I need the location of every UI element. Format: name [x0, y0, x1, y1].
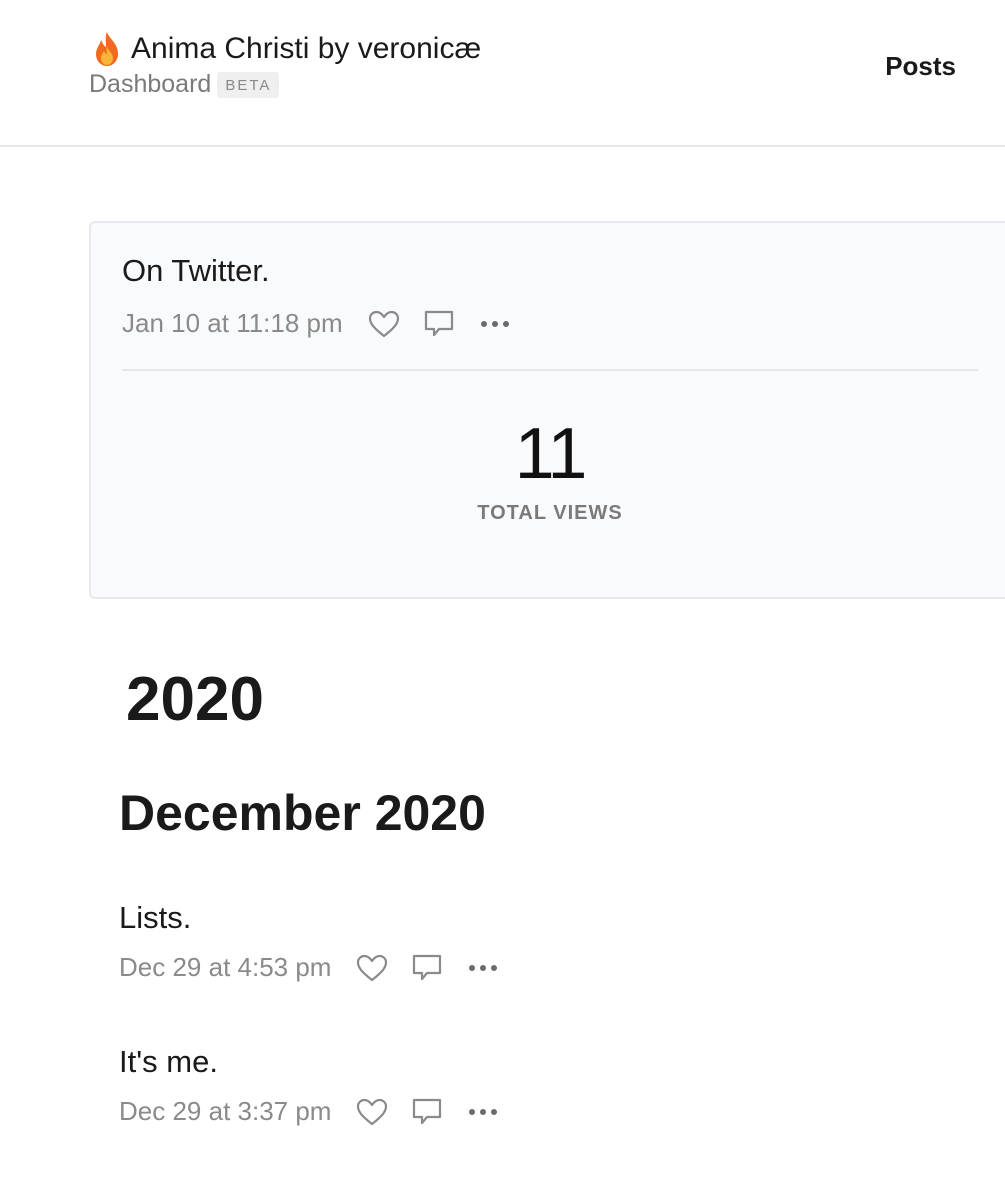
post-date: Dec 29 at 4:53 pm: [119, 952, 332, 982]
heart-icon[interactable]: [367, 309, 401, 339]
views-stat: 11 TOTAL VIEWS: [91, 418, 1005, 525]
list-item: It's me. Dec 29 at 3:37 pm: [119, 1044, 499, 1127]
comment-icon[interactable]: [411, 953, 443, 983]
post-title[interactable]: Lists.: [119, 900, 499, 936]
post-title[interactable]: It's me.: [119, 1044, 499, 1080]
card-divider: [122, 369, 978, 371]
heart-icon[interactable]: [355, 1097, 389, 1127]
year-heading: 2020: [126, 665, 264, 734]
site-title: Anima Christi by veronicæ: [131, 32, 482, 65]
heart-icon[interactable]: [355, 953, 389, 983]
total-views-count: 11: [514, 414, 588, 494]
featured-post-card: On Twitter. Jan 10 at 11:18 pm 11 TOTAL …: [89, 221, 1005, 599]
site-header: Anima Christi by veronicæ Dashboard BETA…: [0, 0, 1005, 147]
featured-post-meta: Jan 10 at 11:18 pm: [122, 308, 511, 339]
site-brand[interactable]: Anima Christi by veronicæ: [89, 30, 481, 68]
comment-icon[interactable]: [411, 1097, 443, 1127]
month-heading: December 2020: [119, 785, 486, 841]
comment-icon[interactable]: [423, 309, 455, 339]
dashboard-text: Dashboard: [89, 70, 212, 98]
list-item: Lists. Dec 29 at 4:53 pm: [119, 900, 499, 983]
dashboard-page: Anima Christi by veronicæ Dashboard BETA…: [0, 0, 1005, 1191]
post-meta: Dec 29 at 4:53 pm: [119, 952, 499, 983]
beta-badge: BETA: [217, 71, 280, 98]
more-icon[interactable]: [479, 319, 511, 329]
flame-icon: [89, 30, 125, 68]
post-meta: Dec 29 at 3:37 pm: [119, 1096, 499, 1127]
post-date: Jan 10 at 11:18 pm: [122, 308, 343, 338]
featured-post-title[interactable]: On Twitter.: [122, 253, 270, 289]
more-icon[interactable]: [467, 1107, 499, 1117]
posts-nav-link[interactable]: Posts: [885, 51, 956, 82]
total-views-label: TOTAL VIEWS: [477, 502, 623, 524]
post-date: Dec 29 at 3:37 pm: [119, 1096, 332, 1126]
dashboard-label: Dashboard BETA: [89, 70, 280, 99]
more-icon[interactable]: [467, 963, 499, 973]
